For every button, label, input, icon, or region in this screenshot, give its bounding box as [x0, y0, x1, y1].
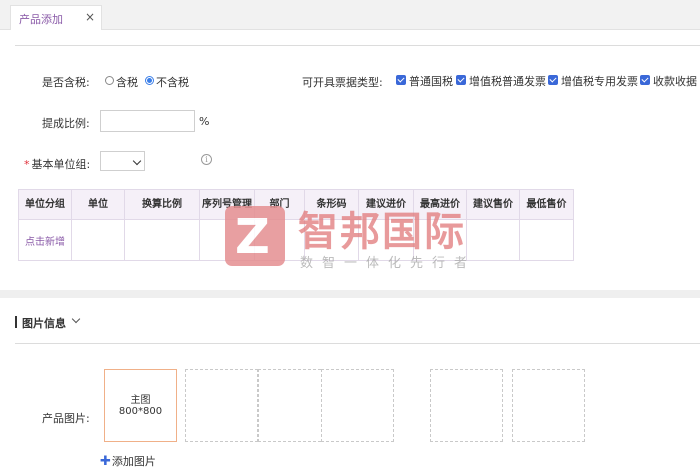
watermark-title: 智邦国际: [298, 209, 466, 255]
header-suggested-sale-price: 建议售价: [466, 189, 520, 220]
main-image-slot[interactable]: 主图 800*800: [104, 369, 177, 442]
add-row-link[interactable]: 点击新增: [25, 237, 65, 248]
watermark-logo-letter: Z: [235, 209, 270, 265]
add-image-label: 添加图片: [111, 455, 156, 468]
watermark-logo: Z: [225, 206, 285, 266]
image-section-title: 图片信息: [22, 317, 66, 330]
add-image-button[interactable]: ✚添加图片: [100, 453, 156, 469]
tab-label: 产品添加: [19, 13, 63, 26]
table-cell: [519, 219, 574, 261]
tax-label: 是否含税:: [42, 76, 90, 89]
tax-excluded-radio[interactable]: [145, 76, 154, 85]
main-image-size: 800*800: [118, 406, 163, 417]
invoice-checkbox-vat-special[interactable]: [548, 75, 558, 85]
base-unit-group-text: 基本单位组:: [31, 158, 91, 171]
tab-bar: 产品添加 ×: [0, 0, 700, 30]
header-unit-group: 单位分组: [18, 189, 72, 220]
info-icon[interactable]: i: [201, 154, 212, 165]
watermark-subtitle: 数智一体化先行者: [300, 256, 477, 271]
tax-included-label: 含税: [116, 76, 138, 89]
invoice-checkbox-vat-normal[interactable]: [456, 75, 466, 85]
plus-icon: ✚: [100, 454, 111, 469]
commission-input[interactable]: [100, 110, 195, 132]
commission-label: 提成比例:: [42, 117, 90, 130]
product-image-label: 产品图片:: [42, 412, 90, 425]
header-min-sale-price: 最低售价: [519, 189, 574, 220]
percent-unit: %: [199, 115, 210, 128]
header-conversion-ratio: 换算比例: [124, 189, 200, 220]
section-marker: [15, 316, 17, 328]
table-row: 点击新增: [18, 219, 574, 261]
image-slot[interactable]: [512, 369, 585, 442]
header-unit: 单位: [71, 189, 125, 220]
invoice-option-general: 普通国税: [409, 75, 453, 88]
invoice-checkbox-receipt[interactable]: [640, 75, 650, 85]
table-header-row: 单位分组 单位 换算比例 序列号管理 部门 条形码 建议进价 最高进价 建议售价…: [18, 189, 574, 220]
divider: [15, 343, 700, 344]
invoice-option-vat-special: 增值税专用发票: [561, 75, 638, 88]
tax-excluded-label: 不含税: [156, 76, 189, 89]
tab-product-add[interactable]: 产品添加 ×: [10, 5, 102, 30]
invoice-checkbox-general[interactable]: [396, 75, 406, 85]
image-slot[interactable]: [185, 369, 258, 442]
required-mark: *: [24, 158, 30, 171]
image-slot[interactable]: [430, 369, 503, 442]
chevron-down-icon[interactable]: [71, 314, 81, 324]
table-cell: [124, 219, 200, 261]
image-slot[interactable]: [321, 369, 394, 442]
section-separator: [0, 290, 700, 298]
main-image-label: 主图: [130, 395, 151, 406]
base-unit-group-select[interactable]: [100, 151, 145, 171]
tax-included-radio[interactable]: [105, 76, 114, 85]
unit-table: 单位分组 单位 换算比例 序列号管理 部门 条形码 建议进价 最高进价 建议售价…: [18, 189, 574, 261]
chevron-down-icon: [132, 156, 142, 166]
base-unit-group-label: * 基本单位组:: [24, 156, 90, 172]
invoice-type-label: 可开具票据类型:: [302, 76, 383, 89]
invoice-option-vat-normal: 增值税普通发票: [469, 75, 546, 88]
invoice-option-receipt: 收款收据: [653, 75, 697, 88]
divider: [15, 45, 700, 46]
close-icon[interactable]: ×: [85, 10, 95, 24]
table-cell: [71, 219, 125, 261]
table-cell: 点击新增: [18, 219, 72, 261]
